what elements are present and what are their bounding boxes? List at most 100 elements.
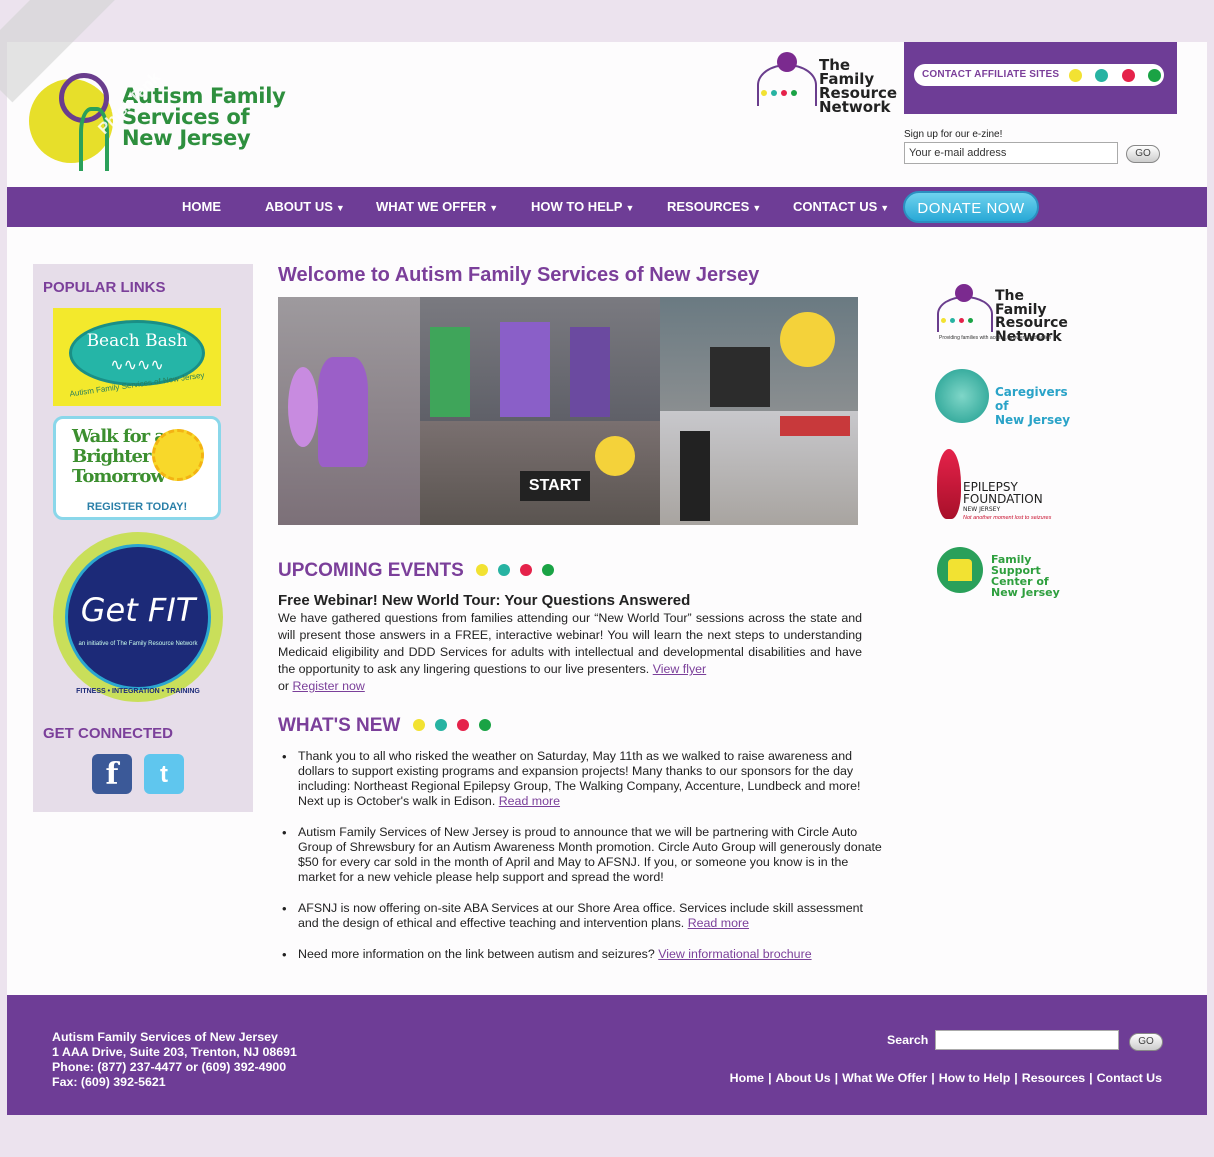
frn-dots <box>761 90 797 96</box>
frn-line: The Family <box>819 56 875 88</box>
view-flyer-link[interactable]: View flyer <box>653 662 706 676</box>
nav-resources[interactable]: RESOURCES ▼ <box>667 199 761 214</box>
frn-head-graphic <box>777 52 797 72</box>
affiliate-dot-green[interactable] <box>1148 69 1161 82</box>
event-heading: Free Webinar! New World Tour: Your Quest… <box>278 592 691 609</box>
news-text: Need more information on the link betwee… <box>298 947 655 961</box>
frn-header-logo[interactable]: The Family Resource Network <box>755 50 900 115</box>
epilepsy-line: FOUNDATION <box>963 492 1043 506</box>
news-text: Autism Family Services of New Jersey is … <box>298 825 882 884</box>
upcoming-events-title: UPCOMING EVENTS <box>278 560 464 581</box>
person-shape <box>430 327 470 417</box>
nav-label: WHAT WE OFFER <box>376 199 487 214</box>
photo-girl-balloon <box>278 297 420 525</box>
footer-go-button[interactable]: GO <box>1129 1033 1163 1051</box>
chevron-down-icon: ▼ <box>335 203 345 213</box>
facebook-icon[interactable]: f <box>92 754 132 794</box>
footer-link-home[interactable]: Home <box>730 1071 764 1085</box>
news-text: Thank you to all who risked the weather … <box>298 749 861 808</box>
footer-link-contact-us[interactable]: Contact Us <box>1097 1071 1162 1085</box>
view-brochure-link[interactable]: View informational brochure <box>658 947 811 961</box>
affiliate-label: CONTACT AFFILIATE SITES <box>922 69 1060 80</box>
epilepsy-line: NEW JERSEY <box>963 506 1001 513</box>
person-shape <box>570 327 610 417</box>
nav-contact-us[interactable]: CONTACT US ▼ <box>793 199 889 214</box>
nav-label: ABOUT US <box>265 199 333 214</box>
read-more-link[interactable]: Read more <box>688 916 749 930</box>
walk-banner[interactable]: Walk for a Brighter Tomorrow REGISTER TO… <box>53 416 221 520</box>
ezine-label: Sign up for our e-zine! <box>904 129 1003 140</box>
whats-new-title: WHAT'S NEW <box>278 715 401 736</box>
getfit-subtitle: an initiative of The Family Resource Net… <box>78 641 198 647</box>
event-or-text: or <box>278 679 290 693</box>
start-sign: START <box>520 471 590 501</box>
news-list: Thank you to all who risked the weather … <box>278 749 882 978</box>
ezine-go-button[interactable]: GO <box>1126 145 1160 163</box>
chevron-down-icon: ▼ <box>489 203 499 213</box>
donate-now-button[interactable]: DONATE NOW <box>903 191 1039 223</box>
fsc-line: Family Support <box>991 553 1041 577</box>
event-text: We have gathered questions from families… <box>278 611 862 676</box>
ezine-email-input[interactable] <box>904 142 1118 164</box>
news-text: AFSNJ is now offering on-site ABA Servic… <box>298 901 863 930</box>
beach-bash-banner[interactable]: Beach Bash ∿∿∿∿ Autism Family Services o… <box>53 308 221 406</box>
walk-line: Tomorrow <box>72 466 166 487</box>
logo-line: New Jersey <box>122 126 251 150</box>
purple-dress-shape <box>318 357 368 467</box>
events-dots <box>476 564 554 576</box>
footer-search-label: Search <box>887 1033 929 1047</box>
partner-epilepsy-tagline: Not another moment lost to seizures <box>963 515 1052 521</box>
group-shape <box>710 347 770 407</box>
getfit-tagline: FITNESS • INTEGRATION • TRAINING <box>76 688 200 695</box>
sidebar: POPULAR LINKS Beach Bash ∿∿∿∿ Autism Fam… <box>33 264 253 812</box>
photo-collage: START <box>278 297 858 525</box>
caregivers-line: New Jersey <box>995 413 1071 427</box>
footer-link-what-we-offer[interactable]: What We Offer <box>842 1071 927 1085</box>
nav-label: HOME <box>182 199 221 214</box>
photo-dancers <box>660 411 858 525</box>
getfit-title: Get FIT <box>80 591 196 629</box>
affiliate-dot-yellow[interactable] <box>1069 69 1082 82</box>
popular-links-title: POPULAR LINKS <box>43 279 166 296</box>
person-shape <box>500 322 550 417</box>
news-item: Need more information on the link betwee… <box>282 947 882 962</box>
nav-about-us[interactable]: ABOUT US ▼ <box>265 199 345 214</box>
read-more-link[interactable]: Read more <box>499 794 560 808</box>
footer-link-how-to-help[interactable]: How to Help <box>939 1071 1011 1085</box>
affiliate-dot-teal[interactable] <box>1095 69 1108 82</box>
nav-home[interactable]: HOME <box>182 199 221 214</box>
chevron-down-icon: ▼ <box>752 203 762 213</box>
partner-epilepsy-logo[interactable]: EPILEPSY FOUNDATION NEW JERSEY Not anoth… <box>935 447 1080 522</box>
site-logo[interactable]: Autism Family Services of New Jersey <box>29 73 289 177</box>
footer-link-about-us[interactable]: About Us <box>776 1071 831 1085</box>
address-line: Phone: (877) 237-4477 or (609) 392-4900 <box>52 1060 287 1074</box>
fsc-line: New Jersey <box>991 586 1060 599</box>
walk-line: Walk for a <box>72 426 166 447</box>
partner-caregivers-logo[interactable]: Caregivers of New Jersey <box>935 367 1080 427</box>
footer-link-resources[interactable]: Resources <box>1022 1071 1085 1085</box>
partner-frn-logo[interactable]: The Family Resource Network Providing fa… <box>935 282 1080 344</box>
affiliate-dot-red[interactable] <box>1122 69 1135 82</box>
balloon-shape <box>288 367 318 447</box>
getfit-banner[interactable]: Get FIT an initiative of The Family Reso… <box>53 532 223 702</box>
sun-mascot-shape <box>780 312 835 367</box>
register-now-link[interactable]: Register now <box>292 679 364 693</box>
partner-fsc-logo[interactable]: Family Support Center of New Jersey <box>935 547 1080 598</box>
sun-icon <box>152 429 204 481</box>
getfit-inner: Get FIT an initiative of The Family Reso… <box>65 544 211 690</box>
nav-how-to-help[interactable]: HOW TO HELP ▼ <box>531 199 634 214</box>
partner-epilepsy-text: EPILEPSY FOUNDATION NEW JERSEY <box>963 481 1043 514</box>
footer-address: Autism Family Services of New Jersey 1 A… <box>52 1030 297 1090</box>
photo-sun-mascot <box>660 297 858 411</box>
partner-fsc-text: Family Support Center of New Jersey <box>991 554 1080 598</box>
register-today-link[interactable]: REGISTER TODAY! <box>56 501 218 513</box>
twitter-icon[interactable]: t <box>144 754 184 794</box>
partner-frn-tagline: Providing families with access, answers … <box>939 335 1052 341</box>
affiliate-panel: CONTACT AFFILIATE SITES <box>904 42 1177 114</box>
logo-line: Services of <box>122 105 250 129</box>
news-item: Thank you to all who risked the weather … <box>282 749 882 809</box>
nav-what-we-offer[interactable]: WHAT WE OFFER ▼ <box>376 199 498 214</box>
footer-search-input[interactable] <box>935 1030 1119 1050</box>
contact-affiliate-sites[interactable]: CONTACT AFFILIATE SITES <box>914 64 1164 86</box>
caregivers-line: Caregivers of <box>995 385 1068 413</box>
